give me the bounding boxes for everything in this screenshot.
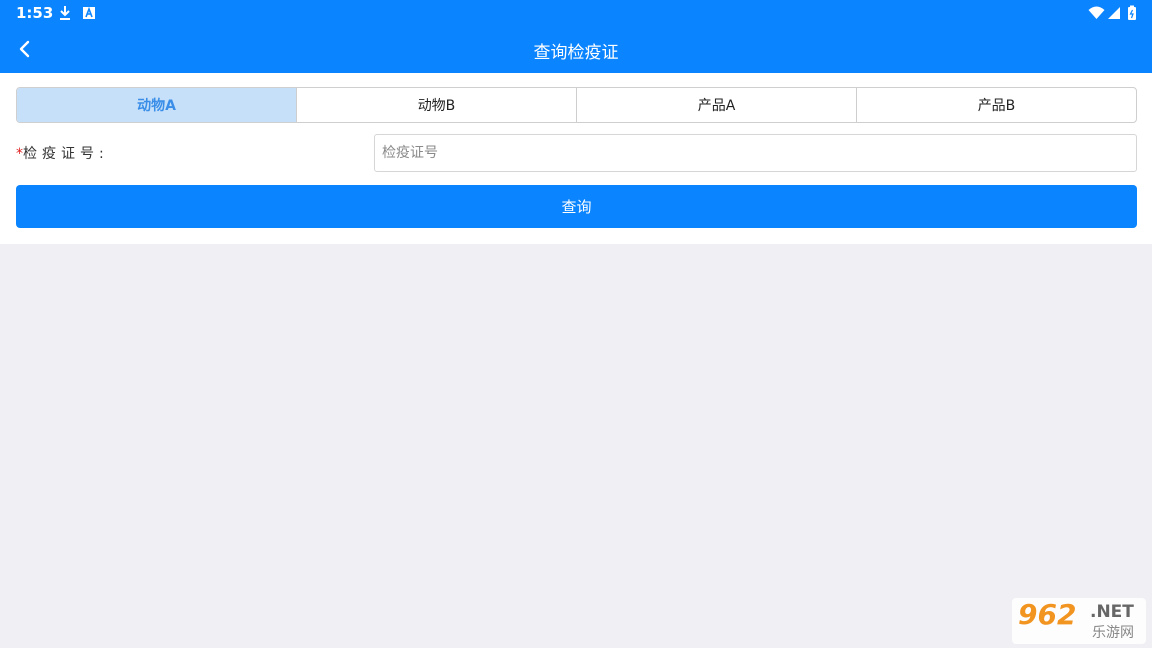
status-time: 1:53 bbox=[16, 4, 54, 22]
certificate-number-input[interactable] bbox=[374, 134, 1137, 172]
download-icon bbox=[60, 6, 70, 20]
watermark-suffix: .NET bbox=[1090, 602, 1134, 622]
a-badge-icon bbox=[83, 6, 95, 19]
wifi-icon bbox=[1088, 6, 1105, 19]
page-title: 查询检疫证 bbox=[533, 43, 619, 63]
battery-icon bbox=[1128, 5, 1136, 20]
app-bar: 查询检疫证 bbox=[0, 26, 1152, 73]
tab-animal-a[interactable]: 动物A bbox=[17, 88, 297, 122]
watermark-sub: 乐游网 bbox=[1092, 625, 1134, 641]
tab-animal-b[interactable]: 动物B bbox=[297, 88, 577, 122]
query-button[interactable]: 查询 bbox=[16, 185, 1137, 228]
tab-product-a[interactable]: 产品A bbox=[577, 88, 857, 122]
signal-icon bbox=[1108, 7, 1120, 19]
tab-product-b[interactable]: 产品B bbox=[857, 88, 1136, 122]
certificate-number-label-text: 检疫证号: bbox=[23, 146, 109, 162]
status-bar: 1:53 bbox=[0, 0, 1152, 26]
certificate-number-label: *检疫证号: bbox=[16, 143, 109, 163]
category-tabs: 动物A 动物B 产品A 产品B bbox=[16, 87, 1137, 123]
watermark-logo: 962 .NET 乐游网 bbox=[1012, 598, 1146, 644]
watermark-brand: 962 bbox=[1018, 598, 1077, 631]
query-panel: 动物A 动物B 产品A 产品B *检疫证号: 查询 bbox=[0, 73, 1152, 244]
required-mark: * bbox=[16, 146, 23, 162]
